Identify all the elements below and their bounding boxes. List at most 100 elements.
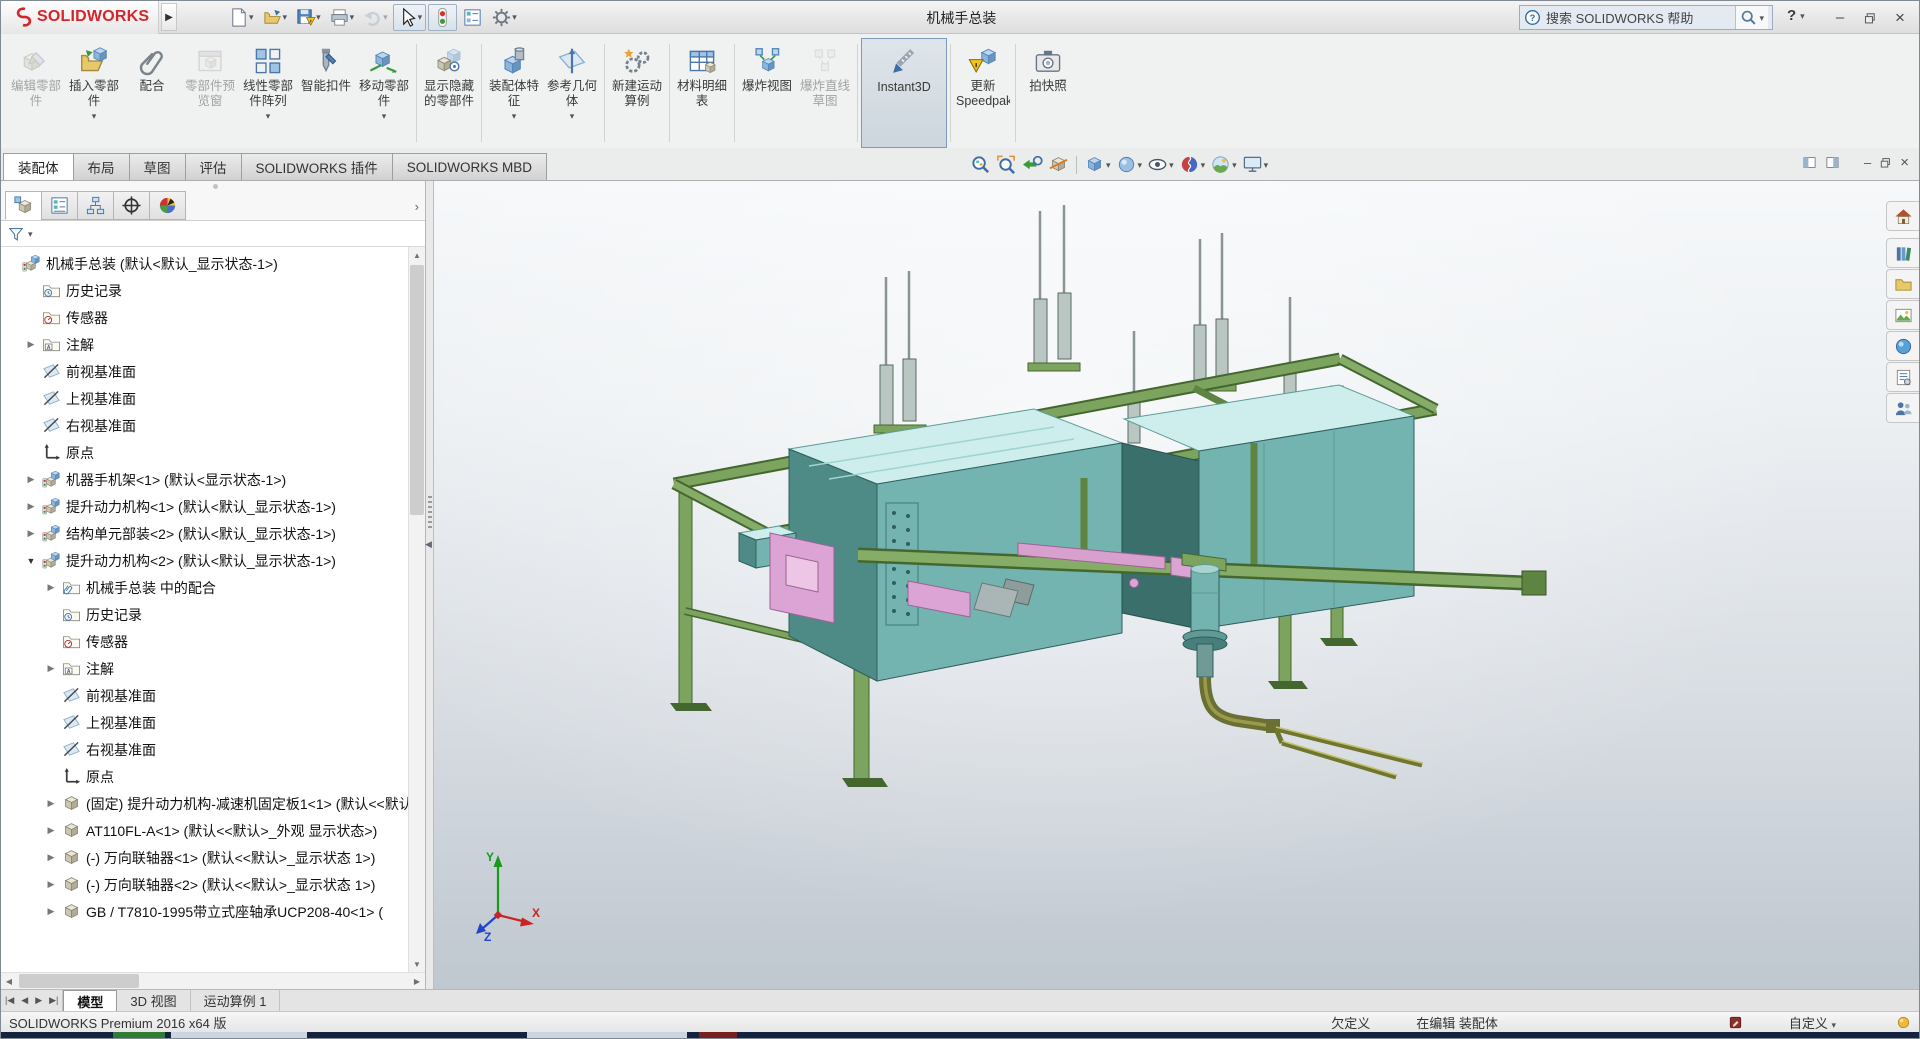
tree-item[interactable]: 原点 — [1, 763, 409, 790]
tree-item[interactable]: 历史记录 — [1, 601, 409, 628]
taskbar-item[interactable] — [171, 1032, 307, 1038]
tree-expand-icon[interactable]: ▶ — [45, 906, 57, 917]
custom-properties-tab[interactable] — [1886, 362, 1919, 392]
tree-expand-icon[interactable]: ▶ — [25, 528, 37, 539]
performance-ball-icon[interactable] — [1896, 1015, 1911, 1030]
doc-close-button[interactable]: × — [1900, 154, 1909, 171]
tree-item[interactable]: ▶AT110FL-A<1> (默认<<默认>_外观 显示状态>) — [1, 817, 409, 844]
view-orientation-button[interactable]: ▾ — [1083, 153, 1112, 176]
dimxpert-tab-button[interactable] — [113, 191, 150, 220]
panel-splitter[interactable]: ◀ — [426, 181, 434, 989]
tree-expand-icon[interactable]: ▶ — [45, 798, 57, 809]
ribbon-button[interactable]: 插入零部件▾ — [65, 38, 123, 148]
tab-SOLIDWORKS MBD[interactable]: SOLIDWORKS MBD — [392, 153, 547, 180]
zoom-area-button[interactable] — [995, 153, 1018, 176]
search-input[interactable]: 搜索 SOLIDWORKS 帮助 — [1546, 8, 1730, 27]
assembly-3d-model[interactable] — [434, 181, 1919, 989]
tab-评估[interactable]: 评估 — [185, 153, 242, 180]
scroll-thumb[interactable] — [19, 974, 139, 988]
view-palette-tab[interactable] — [1886, 300, 1919, 330]
doc-tab-模型[interactable]: 模型 — [63, 990, 117, 1011]
tree-item[interactable]: ▶(-) 万向联轴器<2> (默认<<默认>_显示状态 1>) — [1, 871, 409, 898]
tree-vertical-scrollbar[interactable]: ▲ ▼ — [408, 247, 425, 972]
print-button[interactable]: ▾ — [326, 5, 358, 30]
undo-button[interactable]: ▾ — [359, 5, 391, 30]
section-view-button[interactable] — [1047, 153, 1070, 176]
taskbar-item[interactable] — [113, 1032, 165, 1038]
tree-item[interactable]: 右视基准面 — [1, 412, 409, 439]
tree-item[interactable]: 历史记录 — [1, 277, 409, 304]
tree-expand-icon[interactable]: ▶ — [45, 879, 57, 890]
tree-item[interactable]: ▶注解 — [1, 655, 409, 682]
first-tab-icon[interactable]: |◀ — [5, 995, 14, 1006]
ribbon-button[interactable]: 爆炸直线草图 — [796, 38, 854, 148]
tab-装配体[interactable]: 装配体 — [3, 153, 74, 180]
tree-item[interactable]: 前视基准面 — [1, 358, 409, 385]
filter-caret-icon[interactable]: ▾ — [28, 230, 33, 238]
filter-funnel-icon[interactable] — [7, 225, 25, 243]
splitter-grip[interactable] — [428, 496, 432, 530]
file-explorer-tab[interactable] — [1886, 269, 1919, 299]
save-button[interactable]: ▾ — [292, 5, 324, 30]
tree-item[interactable]: ▶(-) 万向联轴器<1> (默认<<默认>_显示状态 1>) — [1, 844, 409, 871]
ribbon-button[interactable]: 参考几何体▾ — [543, 38, 601, 148]
search-button[interactable]: ▾ — [1735, 6, 1768, 29]
ribbon-button[interactable]: Instant3D — [861, 38, 947, 148]
settings-gear-button[interactable]: ▾ — [488, 5, 520, 30]
previous-view-button[interactable] — [1021, 153, 1044, 176]
tree-item[interactable]: 前视基准面 — [1, 682, 409, 709]
open-document-button[interactable]: ▾ — [259, 5, 291, 30]
tree-item[interactable]: ▶(固定) 提升动力机构-减速机固定板1<1> (默认<<默认 — [1, 790, 409, 817]
panel-expand-icon[interactable]: › — [415, 199, 419, 214]
tree-item[interactable]: ▶结构单元部装<2> (默认<默认_显示状态-1>) — [1, 520, 409, 547]
search-box[interactable]: 搜索 SOLIDWORKS 帮助 ▾ — [1519, 5, 1773, 30]
propertymanager-tab-button[interactable] — [41, 191, 78, 220]
tree-item[interactable]: ▼提升动力机构<2> (默认<默认_显示状态-1>) — [1, 547, 409, 574]
home-tab[interactable] — [1886, 201, 1919, 231]
featuremanager-tab-button[interactable] — [5, 191, 42, 220]
display-style-button[interactable]: ▾ — [1115, 153, 1144, 176]
prev-tab-icon[interactable]: ◀ — [21, 995, 28, 1006]
tree-expand-icon[interactable]: ▶ — [45, 663, 57, 674]
hide-show-items-button[interactable]: ▾ — [1146, 153, 1175, 176]
ribbon-button[interactable]: 智能扣件 — [297, 38, 355, 148]
ribbon-button[interactable]: 新建运动算例 — [608, 38, 666, 148]
tree-item[interactable]: 上视基准面 — [1, 385, 409, 412]
tree-horizontal-scrollbar[interactable]: ◀ ▶ — [1, 972, 425, 989]
tree-expand-icon[interactable]: ▶ — [45, 582, 57, 593]
tree-expand-icon[interactable]: ▼ — [25, 556, 37, 566]
doc-minimize-button[interactable]: – — [1864, 155, 1871, 170]
ribbon-button[interactable]: 配合 — [123, 38, 181, 148]
toolbar-expander-icon[interactable]: ▶ — [161, 3, 177, 31]
ribbon-button[interactable]: 拍快照 — [1019, 38, 1077, 148]
tree-item[interactable]: ▶GB / T7810-1995带立式座轴承UCP208-40<1> ( — [1, 898, 409, 925]
design-library-tab[interactable] — [1886, 238, 1919, 268]
view-settings-button[interactable]: ▾ — [1241, 153, 1270, 176]
ribbon-button[interactable]: 爆炸视图 — [738, 38, 796, 148]
configurationmanager-tab-button[interactable] — [77, 191, 114, 220]
next-tab-icon[interactable]: ▶ — [35, 995, 42, 1006]
restore-button[interactable] — [1855, 6, 1885, 30]
appearances-scenes-tab[interactable] — [1886, 331, 1919, 361]
tree-expand-icon[interactable]: ▶ — [45, 852, 57, 863]
ribbon-button[interactable]: 编辑零部件 — [7, 38, 65, 148]
options-pane-button[interactable] — [459, 5, 486, 30]
minimize-button[interactable]: – — [1825, 6, 1855, 30]
search-options-caret-icon[interactable]: ▾ — [1759, 14, 1764, 22]
ribbon-button[interactable]: 装配体特征▾ — [485, 38, 543, 148]
new-document-button[interactable]: ▾ — [225, 5, 257, 30]
tree-expand-icon[interactable]: ▶ — [45, 825, 57, 836]
tree-item[interactable]: ▶机器手机架<1> (默认<显示状态-1>) — [1, 466, 409, 493]
tab-SOLIDWORKS 插件[interactable]: SOLIDWORKS 插件 — [241, 153, 393, 180]
scroll-thumb[interactable] — [410, 265, 424, 515]
panel-collapse-icon[interactable]: ◀ — [425, 539, 432, 550]
zoom-fit-button[interactable] — [969, 153, 992, 176]
pane-split-right-icon[interactable] — [1825, 155, 1840, 170]
windows-taskbar[interactable] — [1, 1032, 1919, 1038]
tree-item[interactable]: ▶注解 — [1, 331, 409, 358]
help-menu[interactable]: ?▾ — [1787, 7, 1805, 24]
last-tab-icon[interactable]: ▶| — [49, 995, 58, 1006]
tab-草图[interactable]: 草图 — [129, 153, 186, 180]
customize-menu[interactable]: 自定义 ▾ — [1789, 1013, 1836, 1032]
rebuild-traffic-light-button[interactable] — [428, 4, 457, 31]
